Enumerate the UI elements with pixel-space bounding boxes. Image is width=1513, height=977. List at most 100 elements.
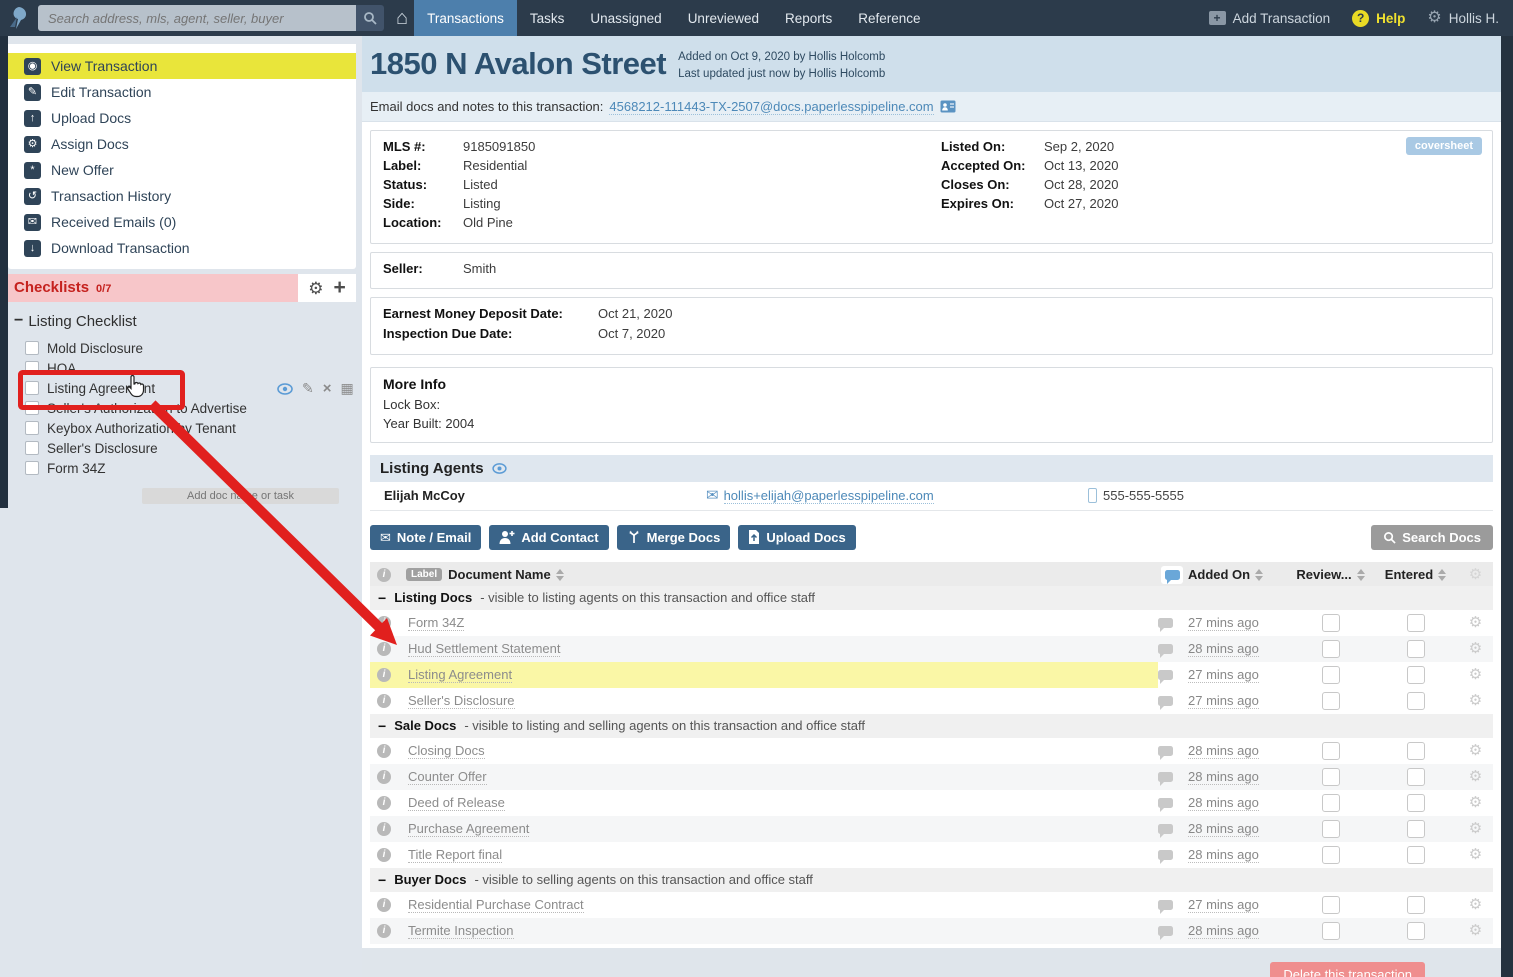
collapse-group-icon[interactable]: − xyxy=(378,872,386,888)
entered-checkbox[interactable] xyxy=(1406,691,1425,710)
added-time[interactable]: 27 mins ago xyxy=(1188,897,1259,913)
search-input[interactable] xyxy=(38,5,356,31)
review-checkbox[interactable] xyxy=(1321,845,1340,864)
tab-transactions[interactable]: Transactions xyxy=(414,0,517,36)
merge-docs-button[interactable]: Merge Docs xyxy=(616,524,731,550)
checklist-item-sellers-authorization[interactable]: Seller's Authorization to Advertise xyxy=(0,398,362,418)
doc-link[interactable]: Title Report final xyxy=(408,847,503,863)
help-button[interactable]: ? Help xyxy=(1352,9,1405,27)
review-checkbox[interactable] xyxy=(1321,639,1340,658)
row-gear-icon[interactable]: ⚙ xyxy=(1469,693,1482,708)
doc-link[interactable]: Deed of Release xyxy=(408,795,505,811)
entered-checkbox[interactable] xyxy=(1406,767,1425,786)
search-button[interactable] xyxy=(356,5,384,31)
sort-entered[interactable]: Entered xyxy=(1373,562,1458,588)
info-icon[interactable]: i xyxy=(377,693,391,708)
review-checkbox[interactable] xyxy=(1321,895,1340,914)
agent-email-link[interactable]: hollis+elijah@paperlesspipeline.com xyxy=(723,488,934,504)
collapse-group-icon[interactable]: − xyxy=(378,590,386,606)
review-checkbox[interactable] xyxy=(1321,613,1340,632)
doc-link[interactable]: Closing Docs xyxy=(408,743,485,759)
checkbox[interactable] xyxy=(25,381,39,395)
doc-link[interactable]: Form 34Z xyxy=(408,615,465,631)
row-gear-icon[interactable]: ⚙ xyxy=(1469,847,1482,862)
info-icon[interactable]: i xyxy=(377,923,391,938)
info-icon[interactable]: i xyxy=(377,821,391,836)
info-icon[interactable]: i xyxy=(377,795,391,810)
row-gear-icon[interactable]: ⚙ xyxy=(1469,795,1482,810)
sort-added-on[interactable]: Added On xyxy=(1188,562,1288,588)
checkbox[interactable] xyxy=(25,421,39,435)
note-email-button[interactable]: ✉ Note / Email xyxy=(370,524,482,550)
tab-tasks[interactable]: Tasks xyxy=(517,0,578,36)
add-doc-or-task-input[interactable] xyxy=(142,488,339,504)
contact-card-icon[interactable] xyxy=(940,100,956,113)
entered-checkbox[interactable] xyxy=(1406,613,1425,632)
added-time[interactable]: 28 mins ago xyxy=(1188,821,1259,837)
added-time[interactable]: 28 mins ago xyxy=(1188,923,1259,939)
row-gear-icon[interactable]: ⚙ xyxy=(1469,821,1482,836)
visibility-eye-icon[interactable] xyxy=(491,462,507,474)
checklists-settings-gear-icon[interactable]: ⚙ xyxy=(308,280,323,297)
added-time[interactable]: 28 mins ago xyxy=(1188,641,1259,657)
entered-checkbox[interactable] xyxy=(1406,819,1425,838)
entered-checkbox[interactable] xyxy=(1406,921,1425,940)
tab-unreviewed[interactable]: Unreviewed xyxy=(675,0,772,36)
comment-icon[interactable] xyxy=(1158,797,1173,812)
eye-icon[interactable] xyxy=(277,382,293,395)
checkbox[interactable] xyxy=(25,401,39,415)
checkbox[interactable] xyxy=(25,361,39,375)
edit-pencil-icon[interactable]: ✎ xyxy=(302,380,314,397)
checklist-item-keybox-authorization[interactable]: Keybox Authorization by Tenant xyxy=(0,418,362,438)
info-icon[interactable]: i xyxy=(377,615,391,630)
comment-icon[interactable] xyxy=(1158,745,1173,760)
added-time[interactable]: 27 mins ago xyxy=(1188,693,1259,709)
table-settings-gear-icon[interactable]: ⚙ xyxy=(1469,567,1482,582)
info-icon[interactable]: i xyxy=(377,847,391,862)
comment-icon[interactable] xyxy=(1158,669,1173,684)
doc-link[interactable]: Seller's Disclosure xyxy=(408,693,515,709)
home-icon[interactable]: ⌂ xyxy=(396,8,408,28)
checklist-item-form-34z[interactable]: Form 34Z xyxy=(0,458,362,478)
row-gear-icon[interactable]: ⚙ xyxy=(1469,743,1482,758)
app-logo[interactable] xyxy=(0,0,38,36)
entered-checkbox[interactable] xyxy=(1406,845,1425,864)
upload-docs-button[interactable]: Upload Docs xyxy=(738,524,856,550)
delete-transaction-button[interactable]: Delete this transaction xyxy=(1270,962,1425,977)
add-transaction-button[interactable]: + Add Transaction xyxy=(1208,11,1330,26)
review-checkbox[interactable] xyxy=(1321,819,1340,838)
row-gear-icon[interactable]: ⚙ xyxy=(1469,615,1482,630)
checkbox[interactable] xyxy=(25,461,39,475)
doc-link[interactable]: Listing Agreement xyxy=(408,667,513,683)
checklist-collapse-toggle[interactable]: − Listing Checklist xyxy=(14,312,137,330)
comment-icon[interactable] xyxy=(1158,771,1173,786)
entered-checkbox[interactable] xyxy=(1406,639,1425,658)
info-icon[interactable]: i xyxy=(377,769,391,784)
doc-link[interactable]: Residential Purchase Contract xyxy=(408,897,584,913)
sidebar-item-new-offer[interactable]: * New Offer xyxy=(8,157,356,183)
row-gear-icon[interactable]: ⚙ xyxy=(1469,769,1482,784)
doc-link[interactable]: Hud Settlement Statement xyxy=(408,641,561,657)
row-gear-icon[interactable]: ⚙ xyxy=(1469,923,1482,938)
comment-icon[interactable] xyxy=(1158,925,1173,940)
row-gear-icon[interactable]: ⚙ xyxy=(1469,641,1482,656)
sort-reviewed[interactable]: Review... xyxy=(1288,562,1373,588)
comment-icon[interactable] xyxy=(1158,899,1173,914)
added-time[interactable]: 28 mins ago xyxy=(1188,769,1259,785)
sidebar-item-upload-docs[interactable]: ↑ Upload Docs xyxy=(8,105,356,131)
info-icon[interactable]: i xyxy=(377,743,391,758)
add-checklist-icon[interactable]: + xyxy=(333,277,345,298)
checklist-item-hoa[interactable]: HOA xyxy=(0,358,362,378)
comment-icon[interactable] xyxy=(1158,849,1173,864)
doc-link[interactable]: Purchase Agreement xyxy=(408,821,530,837)
checklist-item-mold-disclosure[interactable]: Mold Disclosure xyxy=(0,338,362,358)
sidebar-item-received-emails[interactable]: ✉ Received Emails (0) xyxy=(8,209,356,235)
sidebar-item-transaction-history[interactable]: ↺ Transaction History xyxy=(8,183,356,209)
grid-icon[interactable]: ▦ xyxy=(341,380,354,397)
search-docs-button[interactable]: Search Docs xyxy=(1371,524,1493,550)
tab-reference[interactable]: Reference xyxy=(845,0,933,36)
user-menu[interactable]: ⚙ Hollis H. xyxy=(1427,10,1499,26)
delete-x-icon[interactable]: × xyxy=(323,380,332,397)
added-time[interactable]: 28 mins ago xyxy=(1188,847,1259,863)
sidebar-item-view-transaction[interactable]: ◉ View Transaction xyxy=(8,53,356,79)
